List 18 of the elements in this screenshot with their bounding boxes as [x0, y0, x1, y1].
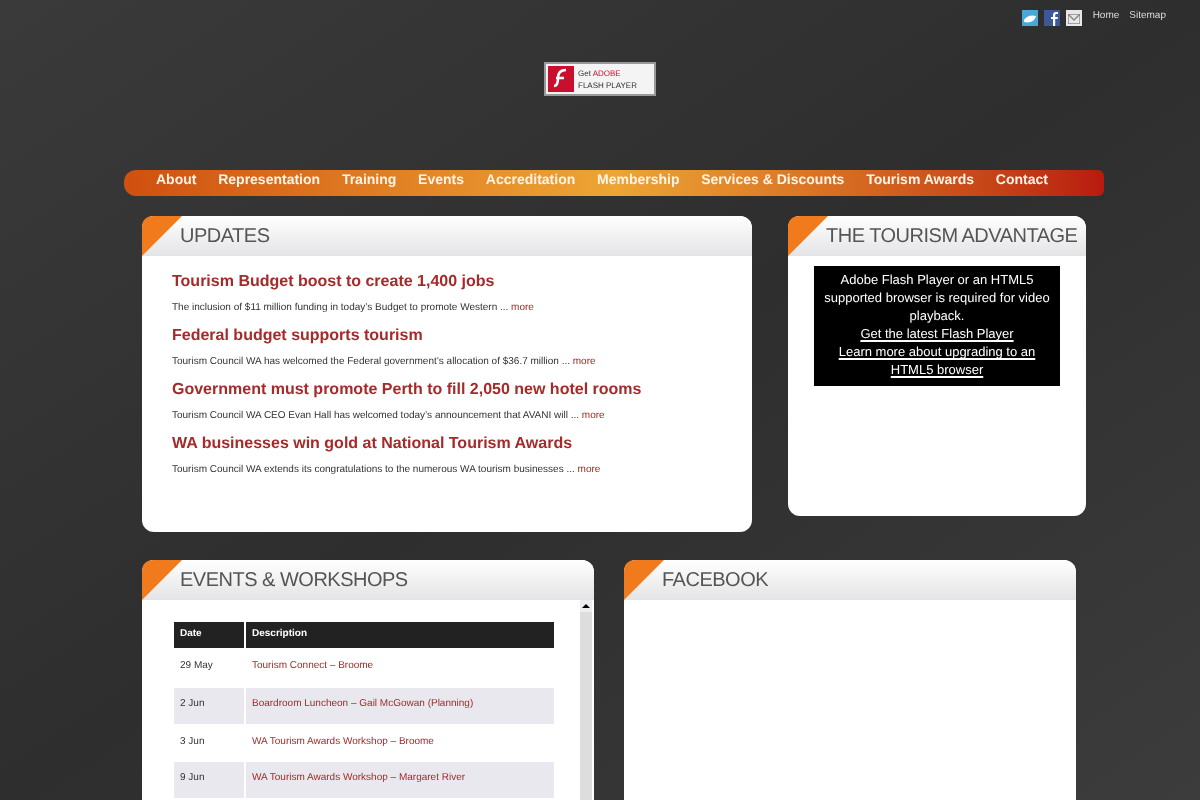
corner-ribbon-icon: [142, 560, 182, 600]
panel-title: EVENTS & WORKSHOPS: [180, 567, 408, 595]
scroll-up-icon[interactable]: [580, 600, 592, 612]
panel-title: UPDATES: [180, 223, 270, 251]
news-headline[interactable]: Federal budget supports tourism: [172, 326, 722, 352]
scrollbar[interactable]: [580, 600, 592, 800]
corner-ribbon-icon: [142, 216, 182, 256]
mail-icon[interactable]: [1066, 10, 1083, 27]
facebook-icon[interactable]: [1044, 10, 1061, 27]
bird-icon[interactable]: [1022, 10, 1039, 27]
corner-ribbon-icon: [788, 216, 828, 256]
panel-title: THE TOURISM ADVANTAGE: [826, 223, 1078, 251]
flash-logo-icon: [548, 66, 574, 93]
corner-ribbon-icon: [624, 560, 664, 600]
news-headline[interactable]: Tourism Budget boost to create 1,400 jobs: [172, 272, 722, 298]
panel-title: FACEBOOK: [662, 567, 769, 595]
news-headline[interactable]: WA businesses win gold at National Tourism Awards: [172, 434, 722, 460]
news-headline[interactable]: Government must promote Perth to fill 2,050 new hotel rooms: [172, 380, 722, 406]
